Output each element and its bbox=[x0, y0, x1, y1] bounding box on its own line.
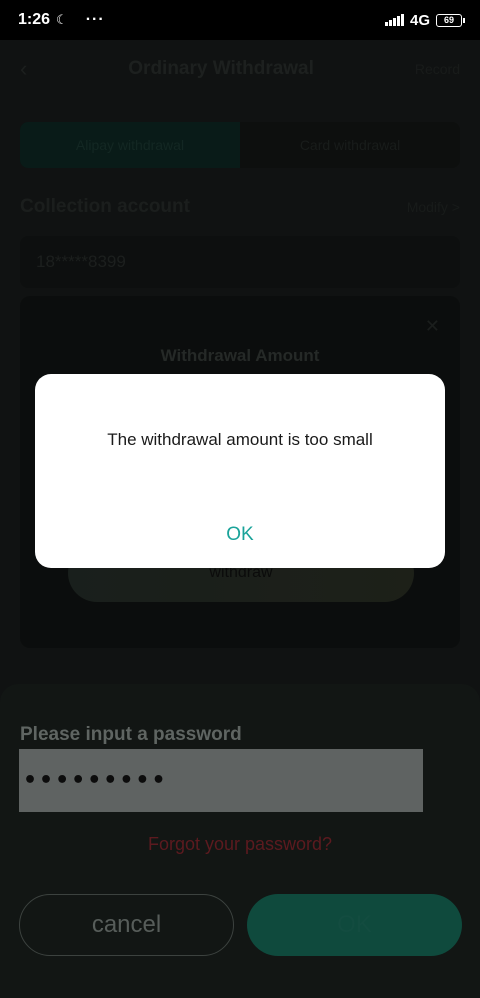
alert-ok-button[interactable]: OK bbox=[35, 524, 445, 546]
alert-dialog: The withdrawal amount is too small OK bbox=[35, 374, 445, 568]
password-sheet: Please input a password ••••••••• Forgot… bbox=[0, 684, 480, 998]
status-right: 4G 69 bbox=[384, 11, 465, 29]
battery-level: 69 bbox=[443, 15, 454, 25]
alert-message: The withdrawal amount is too small bbox=[107, 430, 373, 449]
status-time: 1:26 bbox=[18, 11, 51, 28]
status-bar: 1:26 ☾ ··· 4G 69 bbox=[0, 0, 480, 40]
network-type: 4G bbox=[409, 11, 430, 29]
moon-icon: ☾ bbox=[56, 12, 68, 27]
confirm-ok-button[interactable]: OK bbox=[247, 894, 462, 956]
forgot-password-link[interactable]: Forgot your password? bbox=[0, 834, 480, 855]
password-label: Please input a password bbox=[20, 724, 242, 745]
password-input[interactable]: ••••••••• bbox=[19, 749, 423, 812]
battery-icon: 69 bbox=[436, 13, 465, 27]
more-notifications-icon: ··· bbox=[85, 11, 105, 28]
signal-icon bbox=[384, 14, 404, 26]
cancel-button[interactable]: cancel bbox=[19, 894, 234, 956]
